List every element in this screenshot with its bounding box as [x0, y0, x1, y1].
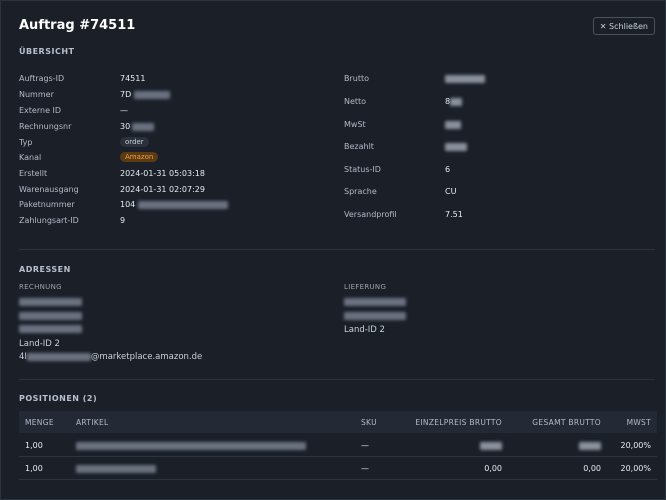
field-value: 74511 [120, 74, 146, 83]
field-value: CU [445, 187, 457, 196]
field-value-text: 30 [120, 122, 131, 131]
overview-section-title: ÜBERSICHT [19, 47, 75, 56]
field-value: 9 [120, 216, 126, 225]
order-modal: Auftrag #74511 ✕ Schließen ÜBERSICHT Auf… [0, 0, 666, 500]
positions-table: MENGE ARTIKEL SKU EINZELPREIS BRUTTO GES… [19, 411, 657, 481]
field-label: Bezahlt [344, 142, 374, 151]
cell-einzelpreis [480, 441, 502, 450]
shipping-address-label: LIEFERUNG [344, 283, 387, 291]
cell-sku: — [361, 441, 369, 450]
cell-mwst: 20,00% [620, 464, 651, 473]
table-header: MENGE ARTIKEL SKU EINZELPREIS BRUTTO GES… [19, 411, 657, 433]
cell-artikel [76, 464, 156, 473]
table-row[interactable]: 1,00 — 0,00 0,00 20,00% [19, 457, 657, 480]
cell-menge: 1,00 [25, 464, 43, 473]
positions-section-title: POSITIONEN (2) [19, 394, 98, 403]
billing-email-suffix: @marketplace.amazon.de [90, 352, 203, 362]
cell-gesamt [579, 441, 601, 450]
field-label: Sprache [344, 187, 377, 196]
field-value [445, 120, 461, 129]
field-value: 7D [120, 90, 170, 99]
addresses-section-title: ADRESSEN [19, 265, 71, 274]
cell-artikel [76, 441, 306, 450]
redacted-block [76, 441, 306, 450]
field-value [445, 142, 467, 151]
page-title: Auftrag #74511 [19, 18, 136, 33]
field-label: Netto [344, 97, 367, 106]
redacted-block [19, 312, 82, 320]
field-label: Paketnummer [19, 200, 75, 209]
type-badge: order [120, 137, 149, 147]
field-label: MwSt [344, 120, 366, 129]
column-header-artikel[interactable]: ARTIKEL [76, 418, 109, 427]
column-header-menge[interactable]: MENGE [25, 418, 54, 427]
field-label: Typ [19, 138, 33, 147]
field-value: 7.51 [445, 210, 463, 219]
field-label: Zahlungsart-ID [19, 216, 79, 225]
field-value: Amazon [120, 152, 159, 162]
cell-mwst: 20,00% [620, 441, 651, 450]
cell-gesamt: 0,00 [583, 464, 601, 473]
field-value: 30 [120, 122, 155, 131]
billing-email-prefix: 4I [19, 352, 27, 362]
column-header-gesamt[interactable]: GESAMT BRUTTO [532, 418, 601, 427]
field-value: 2024-01-31 02:07:29 [120, 185, 205, 194]
field-label: Kanal [19, 153, 42, 162]
field-label: Auftrags-ID [19, 74, 65, 83]
table-row[interactable]: 1,00 — 20,00% [19, 434, 657, 457]
redacted-block [132, 122, 155, 131]
close-button[interactable]: ✕ Schließen [592, 17, 655, 35]
section-divider [19, 379, 655, 380]
field-label: Versandprofil [344, 210, 397, 219]
redacted-block [76, 464, 156, 473]
field-label: Status-ID [344, 165, 381, 174]
field-label: Brutto [344, 74, 370, 83]
field-label: Externe ID [19, 106, 62, 115]
column-header-einzelpreis[interactable]: EINZELPREIS BRUTTO [415, 418, 502, 427]
field-value: 104 [120, 200, 228, 209]
billing-email: 4I @marketplace.amazon.de [19, 352, 202, 362]
redacted-block [450, 97, 463, 106]
redacted-block [19, 325, 82, 333]
field-label: Nummer [19, 90, 54, 99]
redacted-block [344, 312, 406, 320]
redacted-block [26, 352, 91, 361]
field-value: order [120, 137, 149, 147]
billing-address-label: RECHNUNG [19, 283, 62, 291]
redacted-block [579, 441, 601, 450]
redacted-block [137, 200, 228, 209]
field-value: 2024-01-31 05:03:18 [120, 169, 205, 178]
shipping-land-id: Land-ID 2 [344, 325, 385, 335]
column-header-sku[interactable]: SKU [361, 418, 377, 427]
redacted-block [445, 142, 467, 151]
field-label: Erstellt [19, 169, 48, 178]
redacted-block [480, 441, 502, 450]
cell-einzelpreis: 0,00 [484, 464, 502, 473]
redacted-block [445, 120, 461, 129]
redacted-block [445, 74, 485, 83]
field-label: Rechnungsnr [19, 122, 72, 131]
field-label: Warenausgang [19, 185, 79, 194]
field-value-text: 104 [120, 200, 136, 209]
field-value-text: 7D [120, 90, 132, 99]
redacted-block [133, 90, 170, 99]
redacted-block [344, 298, 406, 306]
cell-menge: 1,00 [25, 441, 43, 450]
field-value: 6 [445, 165, 451, 174]
billing-land-id: Land-ID 2 [19, 339, 60, 349]
field-value: — [120, 106, 128, 115]
channel-badge: Amazon [120, 152, 159, 162]
redacted-block [19, 298, 82, 306]
section-divider [19, 249, 655, 250]
field-value [445, 74, 485, 83]
column-header-mwst[interactable]: MWST [627, 418, 651, 427]
field-value: 8 [445, 97, 463, 106]
modal-header: Auftrag #74511 ✕ Schließen [19, 17, 655, 37]
cell-sku: — [361, 464, 369, 473]
